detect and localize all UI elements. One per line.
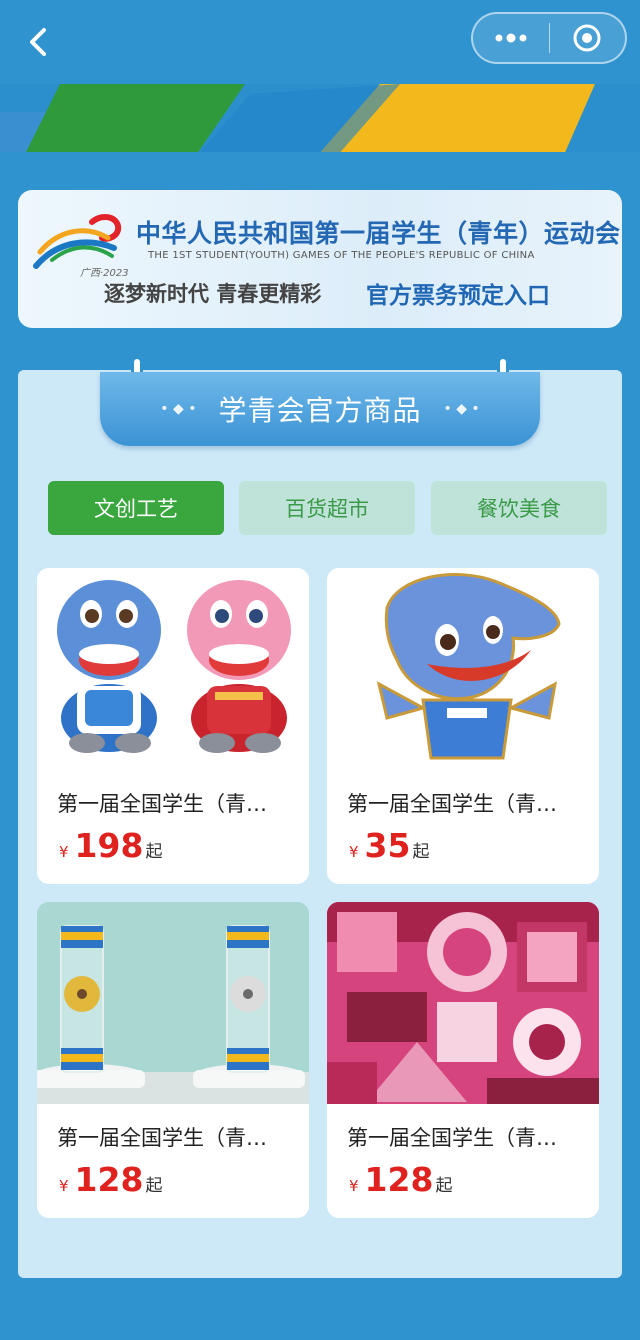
tab-food-dining[interactable]: 餐饮美食 xyxy=(431,481,607,535)
price-suffix: 起 xyxy=(145,1176,163,1196)
ticket-entry-link[interactable]: 官方票务预定入口 xyxy=(366,276,550,310)
banner-stripes xyxy=(0,84,640,164)
title-ornament-right: • ◆ • xyxy=(443,401,480,417)
product-price: ¥ 35 起 xyxy=(349,826,429,865)
price-suffix: 起 xyxy=(435,1176,453,1196)
windmill-ornament-icon xyxy=(37,902,309,1104)
back-button[interactable] xyxy=(22,22,58,62)
more-button[interactable] xyxy=(473,14,549,62)
product-image xyxy=(327,568,599,770)
games-banner-card[interactable]: 广西·2023 中华人民共和国第一届学生（青年）运动会 THE 1ST STUD… xyxy=(18,190,622,328)
top-nav-bar xyxy=(0,0,640,84)
section-header: • ◆ • 学青会官方商品 • ◆ • xyxy=(100,372,540,446)
tab-cultural-crafts[interactable]: 文创工艺 xyxy=(48,481,224,535)
section-title: 学青会官方商品 xyxy=(218,394,422,427)
title-ornament-left: • ◆ • xyxy=(160,401,197,417)
category-tabs: 文创工艺 百货超市 餐饮美食 xyxy=(48,481,608,535)
currency-symbol: ¥ xyxy=(59,843,69,861)
price-value: 128 xyxy=(364,1160,434,1199)
target-circle-icon xyxy=(573,24,601,52)
price-value: 198 xyxy=(74,826,144,865)
price-value: 35 xyxy=(364,826,411,865)
price-suffix: 起 xyxy=(412,842,430,862)
currency-symbol: ¥ xyxy=(349,843,359,861)
product-image xyxy=(327,902,599,1104)
dolphin-plush-icon xyxy=(57,580,291,753)
currency-symbol: ¥ xyxy=(59,1177,69,1195)
tab-department-store[interactable]: 百货超市 xyxy=(239,481,415,535)
product-price: ¥ 128 起 xyxy=(349,1160,452,1199)
close-button[interactable] xyxy=(550,14,626,62)
product-card[interactable]: 第一届全国学生（青… ¥ 198 起 xyxy=(37,568,309,884)
currency-symbol: ¥ xyxy=(349,1177,359,1195)
product-name: 第一届全国学生（青… xyxy=(347,1126,557,1150)
dolphin-pin-icon xyxy=(376,573,561,760)
product-name: 第一届全国学生（青… xyxy=(57,792,267,816)
product-name: 第一届全国学生（青… xyxy=(57,1126,267,1150)
product-image xyxy=(37,902,309,1104)
product-price: ¥ 198 起 xyxy=(59,826,162,865)
mini-program-capsule xyxy=(471,12,627,64)
logo-caption: 广西·2023 xyxy=(80,268,129,279)
pattern-scarf-icon xyxy=(327,902,599,1104)
product-card[interactable]: 第一届全国学生（青… ¥ 35 起 xyxy=(327,568,599,884)
product-image xyxy=(37,568,309,770)
more-dots-icon xyxy=(495,33,527,43)
product-price: ¥ 128 起 xyxy=(59,1160,162,1199)
chevron-left-icon xyxy=(30,28,46,56)
price-value: 128 xyxy=(74,1160,144,1199)
games-slogan: 逐梦新时代 青春更精彩 xyxy=(104,282,322,306)
product-name: 第一届全国学生（青… xyxy=(347,792,557,816)
games-title: 中华人民共和国第一届学生（青年）运动会 xyxy=(136,219,621,248)
stripes-graphic xyxy=(0,84,640,164)
games-title-en: THE 1ST STUDENT(YOUTH) GAMES OF THE PEOP… xyxy=(148,250,535,261)
product-card[interactable]: 第一届全国学生（青… ¥ 128 起 xyxy=(327,902,599,1218)
price-suffix: 起 xyxy=(145,842,163,862)
product-card[interactable]: 第一届全国学生（青… ¥ 128 起 xyxy=(37,902,309,1218)
